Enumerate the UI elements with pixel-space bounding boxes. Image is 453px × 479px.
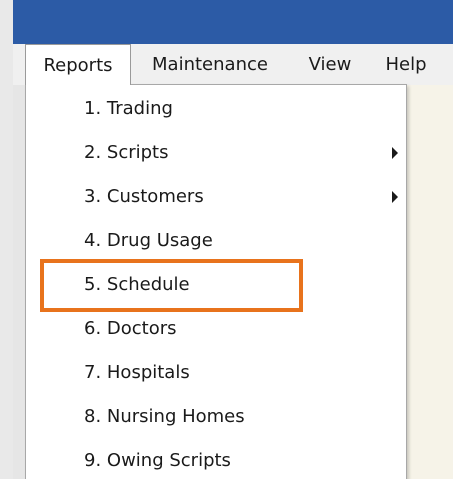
menu-reports[interactable]: Reports <box>25 44 131 85</box>
menu-bar: Reports Maintenance View Help <box>13 44 453 86</box>
menu-item-hospitals[interactable]: 7. Hospitals <box>26 351 406 395</box>
submenu-arrow-icon <box>392 191 398 203</box>
submenu-arrow-icon <box>392 147 398 159</box>
menu-item-label: 7. Hospitals <box>84 362 190 383</box>
window-left-border <box>0 0 14 479</box>
menu-item-label: 2. Scripts <box>84 142 169 163</box>
menu-view[interactable]: View <box>295 44 365 85</box>
menu-maintenance[interactable]: Maintenance <box>131 44 289 85</box>
menu-item-doctors[interactable]: 6. Doctors <box>26 307 406 351</box>
menu-item-nursing-homes[interactable]: 8. Nursing Homes <box>26 395 406 439</box>
title-bar <box>13 0 453 44</box>
menu-item-customers[interactable]: 3. Customers <box>26 175 406 219</box>
menu-item-scripts[interactable]: 2. Scripts <box>26 131 406 175</box>
menu-item-label: 6. Doctors <box>84 318 177 339</box>
menu-help[interactable]: Help <box>371 44 441 85</box>
menu-item-label: 3. Customers <box>84 186 204 207</box>
app-window: Reports Maintenance View Help 1. Trading… <box>0 0 453 479</box>
reports-dropdown-menu: 1. Trading 2. Scripts 3. Customers 4. Dr… <box>25 84 407 479</box>
menu-item-label: 9. Owing Scripts <box>84 450 231 471</box>
menu-item-label: 5. Schedule <box>84 274 190 295</box>
menu-item-drug-usage[interactable]: 4. Drug Usage <box>26 219 406 263</box>
menu-item-owing-scripts[interactable]: 9. Owing Scripts <box>26 439 406 479</box>
menu-item-trading[interactable]: 1. Trading <box>26 87 406 131</box>
menu-item-schedule[interactable]: 5. Schedule <box>26 263 406 307</box>
menu-item-label: 8. Nursing Homes <box>84 406 245 427</box>
menu-item-label: 4. Drug Usage <box>84 230 213 251</box>
menu-item-label: 1. Trading <box>84 98 173 119</box>
